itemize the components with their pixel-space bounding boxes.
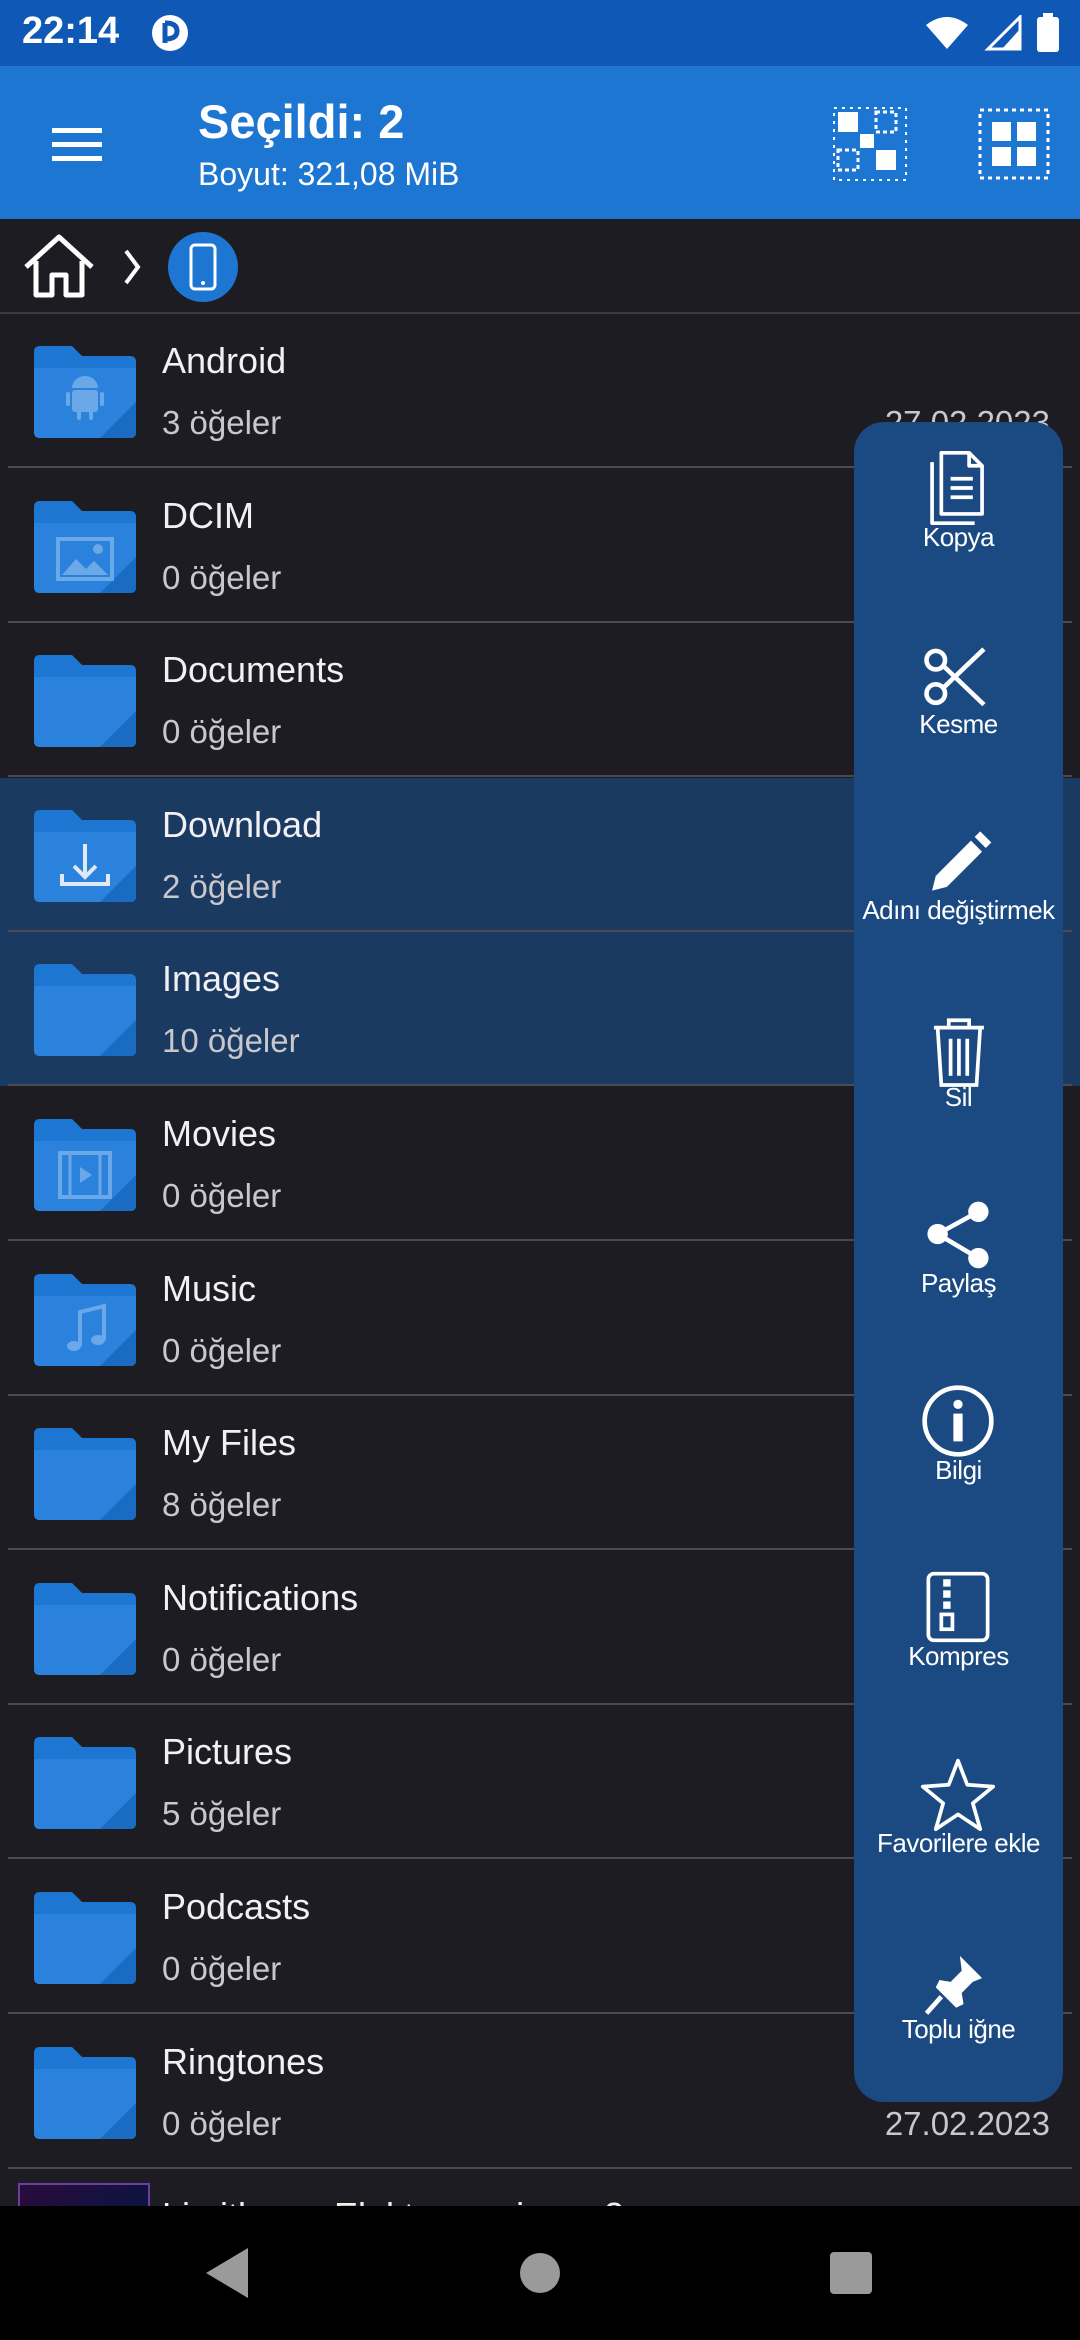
- action-label: Sil: [944, 1081, 973, 1112]
- item-count: 0 öğeler: [162, 1331, 282, 1369]
- select-inverse-icon[interactable]: [832, 106, 908, 182]
- menu-icon[interactable]: [40, 112, 112, 174]
- signal-icon: [984, 15, 1022, 51]
- item-count: 0 öğeler: [162, 713, 282, 751]
- home-circle-icon[interactable]: [499, 2232, 581, 2314]
- file-name: Movies: [162, 1113, 277, 1154]
- file-row[interactable]: Limitless - Elektronomia.mp3: [0, 2169, 1080, 2206]
- action-label: Kopya: [922, 522, 995, 552]
- action-label: Toplu iğne: [901, 2014, 1016, 2044]
- status-icons: [924, 12, 1060, 54]
- modified-date: 27.02.2023: [884, 2104, 1050, 2142]
- item-count: 0 öğeler: [162, 2104, 282, 2142]
- item-count: 0 öğeler: [162, 558, 282, 596]
- folder-icon: [34, 346, 136, 438]
- item-count: 5 öğeler: [162, 1795, 282, 1833]
- folder-icon: [34, 1582, 136, 1675]
- action-pin-button[interactable]: Toplu iğne: [854, 1914, 1063, 2100]
- file-name: DCIM: [162, 494, 254, 536]
- file-name: My Files: [162, 1422, 296, 1464]
- wifi-icon: [926, 17, 968, 49]
- file-name: Documents: [162, 649, 345, 691]
- file-name: Notifications: [162, 1576, 359, 1618]
- action-info-button[interactable]: Bilgi: [854, 1355, 1063, 1541]
- breadcrumb: [0, 219, 1080, 314]
- folder-icon: [34, 809, 136, 902]
- action-label: Kompres: [908, 1641, 1009, 1671]
- item-count: 10 öğeler: [162, 1022, 300, 1060]
- action-star-button[interactable]: Favorilere ekle: [854, 1728, 1063, 1914]
- file-name: Android: [162, 340, 287, 381]
- item-count: 0 öğeler: [162, 1640, 282, 1678]
- back-icon[interactable]: [186, 2232, 268, 2314]
- file-name: Podcasts: [162, 1886, 311, 1927]
- status-time: 22:14: [22, 10, 120, 52]
- action-label: Favorilere ekle: [876, 1827, 1041, 1858]
- recents-icon[interactable]: [810, 2232, 892, 2314]
- file-name: Music: [162, 1267, 257, 1309]
- action-label: Bilgi: [935, 1454, 982, 1485]
- folder-icon: [34, 1273, 136, 1366]
- action-panel: Kopya Kesme Adını değiştirmek Sil Paylaş Bilg…: [854, 422, 1063, 2102]
- folder-icon: [34, 1428, 136, 1521]
- action-label: Adını değiştirmek: [862, 895, 1055, 925]
- folder-icon: [34, 500, 136, 593]
- folder-icon: [34, 1892, 136, 1984]
- action-copy-button[interactable]: Kopya: [854, 422, 1063, 608]
- breadcrumb-device[interactable]: [168, 232, 238, 302]
- battery-icon: [1037, 13, 1059, 52]
- item-count: 0 öğeler: [162, 1950, 282, 1987]
- action-compress-button[interactable]: Kompres: [854, 1541, 1063, 1727]
- selection-size: Boyut: 321,08 MiB: [198, 156, 460, 192]
- chevron-right-icon: [124, 249, 141, 285]
- action-label: Paylaş: [920, 1268, 997, 1298]
- navigation-bar: [0, 2206, 1080, 2340]
- selection-title: Seçildi: 2: [198, 95, 405, 148]
- folder-icon: [34, 964, 136, 1057]
- action-share-button[interactable]: Paylaş: [854, 1168, 1063, 1354]
- folder-icon: [34, 1737, 136, 1830]
- file-name: Limitless - Elektronomia.mp3: [162, 2195, 624, 2206]
- file-name: Pictures: [162, 1731, 293, 1773]
- home-icon[interactable]: [20, 231, 98, 301]
- app-bar: Seçildi: 2 Boyut: 321,08 MiB: [0, 66, 1080, 219]
- item-count: 0 öğeler: [162, 1177, 282, 1214]
- action-rename-button[interactable]: Adını değiştirmek: [854, 795, 1063, 981]
- file-name: Images: [162, 958, 281, 1000]
- phone-icon: [189, 243, 217, 291]
- file-name: Ringtones: [162, 2040, 325, 2082]
- file-name: Download: [162, 803, 323, 845]
- folder-icon: [34, 2046, 136, 2139]
- folder-icon: [34, 655, 136, 748]
- item-count: 3 öğeler: [162, 404, 282, 441]
- app-notification-icon: [152, 15, 188, 51]
- folder-icon: [34, 1119, 136, 1211]
- action-label: Kesme: [919, 708, 998, 739]
- action-delete-button[interactable]: Sil: [854, 982, 1063, 1168]
- select-all-icon[interactable]: [976, 106, 1052, 182]
- item-count: 8 öğeler: [162, 1486, 282, 1524]
- item-count: 2 öğeler: [162, 867, 282, 905]
- audio-thumbnail: [18, 2183, 150, 2206]
- file-manager-screen: 22:14 Seçildi: 2 Boyut: 321,08 MiB Andro…: [0, 0, 1080, 2340]
- action-cut-button[interactable]: Kesme: [854, 609, 1063, 795]
- status-bar: 22:14: [0, 0, 1080, 66]
